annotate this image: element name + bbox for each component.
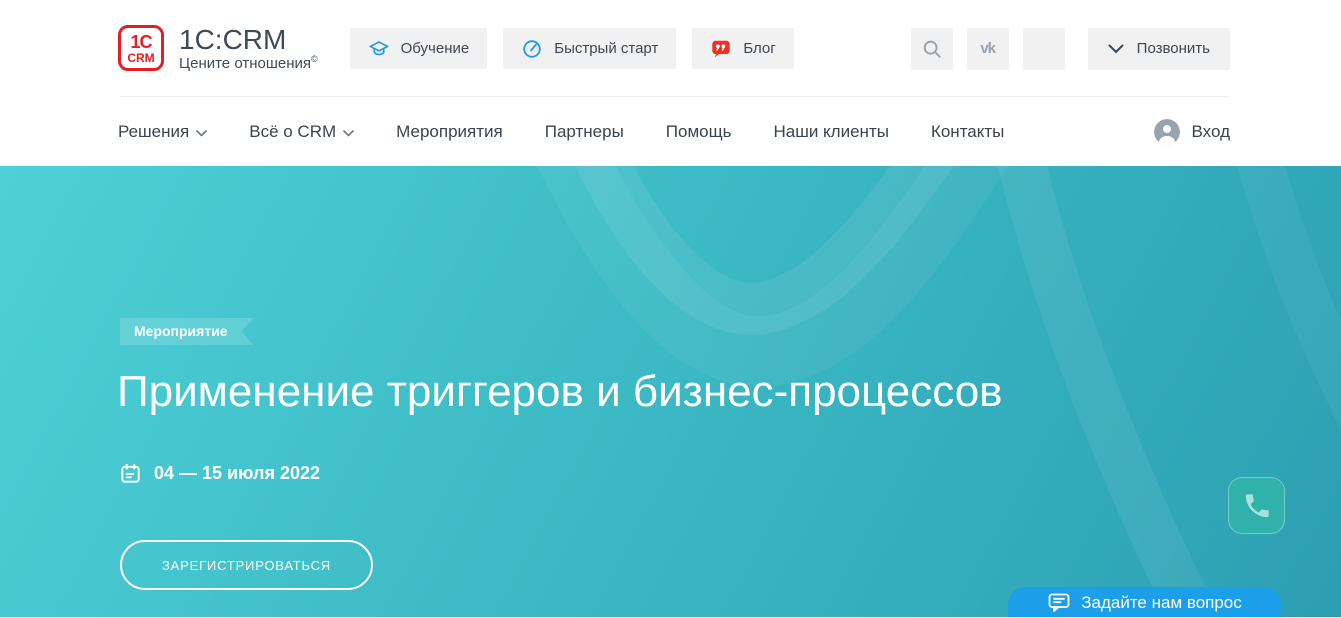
nav-item-all-about-crm[interactable]: Всё о CRM	[249, 122, 354, 142]
logo-tagline: Цените отношения©	[179, 54, 318, 72]
calendar-icon	[119, 462, 142, 485]
nav-item-help[interactable]: Помощь	[666, 122, 732, 142]
user-icon	[1154, 119, 1180, 145]
nav-item-our-clients[interactable]: Наши клиенты	[773, 122, 888, 142]
main-nav: Решения Всё о CRM Мероприятия Партнеры П…	[118, 97, 1230, 166]
chat-label: Задайте нам вопрос	[1081, 593, 1242, 617]
nav-item-contacts[interactable]: Контакты	[931, 122, 1004, 142]
blog-button[interactable]: Блог	[692, 28, 793, 69]
nav-item-events[interactable]: Мероприятия	[396, 122, 503, 142]
graduation-cap-icon	[368, 38, 390, 60]
quick-links: Обучение Быстрый старт Блог	[350, 28, 794, 69]
header-actions: vk Позвонить	[911, 28, 1230, 70]
speedometer-icon	[521, 38, 543, 60]
event-date: 04 — 15 июля 2022	[119, 462, 320, 485]
logo-badge-line1: 1С	[130, 33, 151, 51]
quick-start-label: Быстрый старт	[554, 40, 658, 57]
logo-title: 1C:CRM	[179, 25, 318, 54]
training-button[interactable]: Обучение	[350, 28, 488, 69]
chat-widget-button[interactable]: Задайте нам вопрос	[1008, 587, 1282, 617]
copyright-mark: ©	[311, 54, 318, 64]
chat-icon	[1048, 593, 1070, 613]
chevron-down-icon	[1108, 44, 1124, 54]
blog-icon	[710, 38, 732, 60]
chevron-down-icon	[343, 130, 354, 137]
training-label: Обучение	[401, 40, 470, 57]
phone-icon	[1242, 491, 1272, 521]
hero-banner: Мероприятие Применение триггеров и бизне…	[0, 166, 1341, 617]
chevron-down-icon	[196, 130, 207, 137]
call-label: Позвонить	[1137, 40, 1210, 57]
vk-icon: vk	[980, 40, 995, 57]
logo-text: 1C:CRM Цените отношения©	[179, 25, 318, 72]
blog-label: Блог	[743, 40, 775, 57]
phone-fab-button[interactable]	[1228, 477, 1285, 534]
logo-badge-line2: CRM	[127, 52, 154, 64]
nav-item-partners[interactable]: Партнеры	[545, 122, 624, 142]
nav-item-solutions[interactable]: Решения	[118, 122, 207, 142]
event-date-label: 04 — 15 июля 2022	[154, 463, 320, 484]
search-button[interactable]	[911, 28, 953, 70]
vk-social-button[interactable]: vk	[967, 28, 1009, 70]
login-label: Вход	[1192, 122, 1230, 142]
page-title: Применение триггеров и бизнес-процессов	[117, 368, 1003, 416]
call-button[interactable]: Позвонить	[1088, 28, 1230, 70]
logo-badge-icon: 1С CRM	[118, 25, 164, 71]
header: 1С CRM 1C:CRM Цените отношения© Обучение	[0, 0, 1341, 97]
search-icon	[921, 38, 943, 60]
event-type-badge: Мероприятие	[120, 318, 254, 345]
quick-start-button[interactable]: Быстрый старт	[503, 28, 676, 69]
login-button[interactable]: Вход	[1154, 119, 1230, 145]
empty-icon-button[interactable]	[1023, 28, 1065, 70]
logo[interactable]: 1С CRM 1C:CRM Цените отношения©	[118, 25, 318, 72]
register-button[interactable]: ЗАРЕГИСТРИРОВАТЬСЯ	[120, 540, 373, 590]
